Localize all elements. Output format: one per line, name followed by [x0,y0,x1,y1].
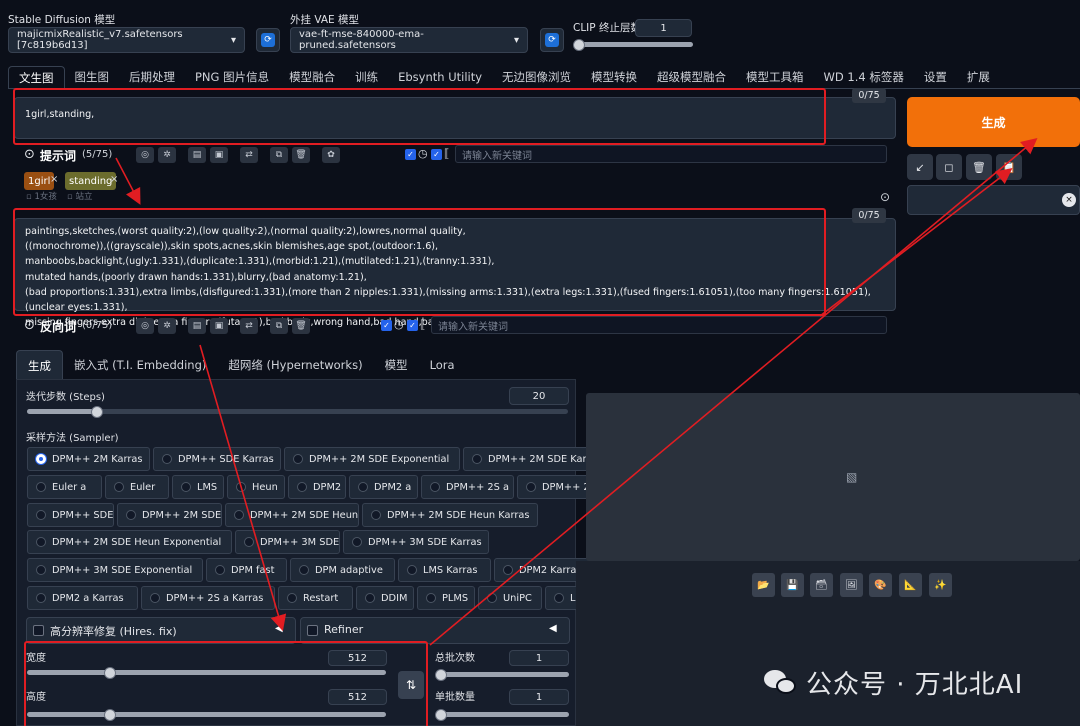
arrow-to-generate-2 [819,168,1013,317]
arrow-to-hires [199,344,287,632]
annotation-arrows [115,137,1038,646]
arrow-prompt-to-negative [115,157,141,205]
arrow-to-generate [429,137,1038,646]
